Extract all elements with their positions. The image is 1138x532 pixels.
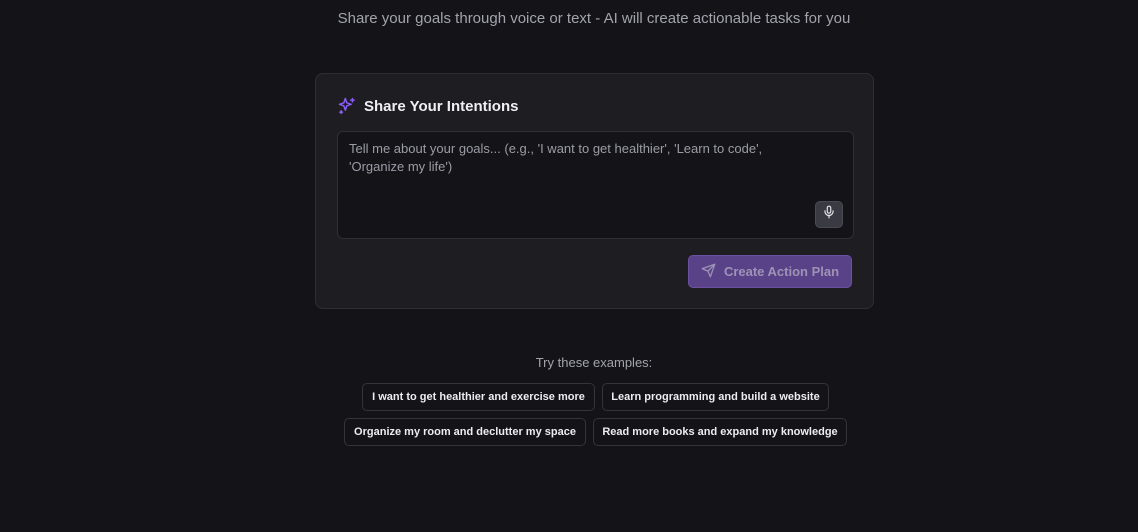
example-chip-healthier[interactable]: I want to get healthier and exercise mor… [362, 383, 595, 411]
goals-input[interactable] [338, 132, 853, 238]
create-action-plan-button[interactable]: Create Action Plan [688, 255, 852, 288]
send-icon [701, 263, 716, 281]
microphone-icon [822, 205, 836, 224]
microphone-button[interactable] [815, 201, 843, 228]
sparkles-icon [337, 96, 357, 116]
examples-label: Try these examples: [535, 355, 653, 370]
page-subtitle: Share your goals through voice or text -… [337, 10, 851, 27]
goals-input-wrapper [337, 131, 854, 239]
create-action-plan-label: Create Action Plan [723, 264, 840, 279]
card-header: Share Your Intentions [337, 96, 518, 116]
card-title: Share Your Intentions [364, 97, 519, 115]
example-chip-programming[interactable]: Learn programming and build a website [602, 383, 829, 411]
intentions-card: Share Your Intentions Create Action Plan [315, 73, 874, 309]
example-chip-organize[interactable]: Organize my room and declutter my space [344, 418, 586, 446]
example-chip-books[interactable]: Read more books and expand my knowledge [593, 418, 847, 446]
